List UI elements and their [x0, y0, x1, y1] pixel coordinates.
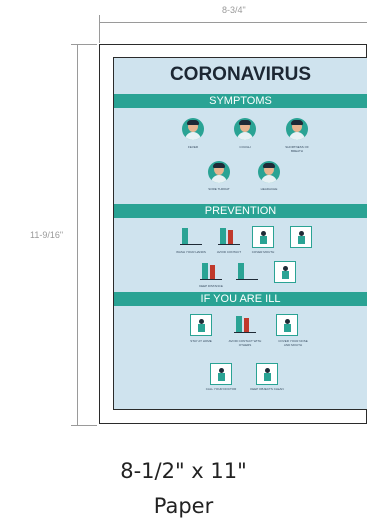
height-dimension-label: 11-9/16"	[30, 230, 64, 240]
paper-word-label: Paper	[153, 494, 214, 518]
symptom-caption: SHORTNESS OF BREATH	[285, 145, 309, 153]
prevention-caption: WASH YOUR HANDS	[176, 250, 206, 254]
ill-caption: KEEP OBJECTS CLEAN	[250, 387, 284, 391]
sore-throat-icon	[208, 161, 230, 183]
symptoms-band: SYMPTOMS	[114, 94, 367, 108]
prevention-caption: KEEP DISTANCE	[199, 284, 223, 288]
if-ill-band: IF YOU ARE ILL	[114, 292, 367, 306]
cough-icon	[234, 118, 256, 140]
disinfect-icon	[274, 261, 296, 283]
prevention-band: PREVENTION	[114, 204, 367, 218]
symptom-caption: SORE THROAT	[208, 187, 230, 191]
clean-objects-icon	[256, 363, 278, 385]
ill-caption: COVER YOUR NOSE AND MOUTH	[278, 339, 308, 347]
wear-mask-icon	[290, 226, 312, 248]
do-not-touch-face-icon	[236, 261, 258, 283]
cover-mouth-icon	[252, 226, 274, 248]
ill-caption: STAY AT HOME	[190, 339, 212, 343]
avoid-others-icon	[234, 314, 256, 336]
stay-home-icon	[190, 314, 212, 336]
width-dimension-label: 8-3/4"	[222, 5, 246, 15]
poster-title: CORONAVIRUS	[169, 64, 312, 85]
height-dimension-tick-top	[71, 44, 97, 45]
keep-distance-icon	[200, 261, 222, 283]
ill-caption: CALL YOUR DOCTOR	[205, 387, 237, 391]
prevention-caption: AVOID CONTACT	[216, 250, 242, 254]
headache-icon	[258, 161, 280, 183]
cover-nose-icon	[276, 314, 298, 336]
wash-hands-icon	[180, 226, 202, 248]
call-doctor-icon	[210, 363, 232, 385]
paper-size-label: 8-1/2" x 11"	[120, 459, 247, 483]
ill-caption: AVOID CONTACT WITH OTHERS	[228, 339, 262, 347]
symptom-caption: COUGH	[239, 145, 251, 149]
symptom-caption: HEADACHE	[260, 187, 278, 191]
shortness-of-breath-icon	[286, 118, 308, 140]
height-dimension-line	[77, 44, 78, 426]
prevention-caption: COVER MOUTH	[251, 250, 275, 254]
coronavirus-poster: CORONAVIRUS SYMPTOMS FEVER COUGH SHORTNE…	[113, 57, 367, 410]
symptom-caption: FEVER	[187, 145, 198, 149]
avoid-contact-icon	[218, 226, 240, 248]
height-dimension-tick-bottom	[71, 425, 97, 426]
width-dimension-line	[99, 22, 367, 23]
fever-icon	[182, 118, 204, 140]
width-dimension-tick	[99, 15, 100, 43]
